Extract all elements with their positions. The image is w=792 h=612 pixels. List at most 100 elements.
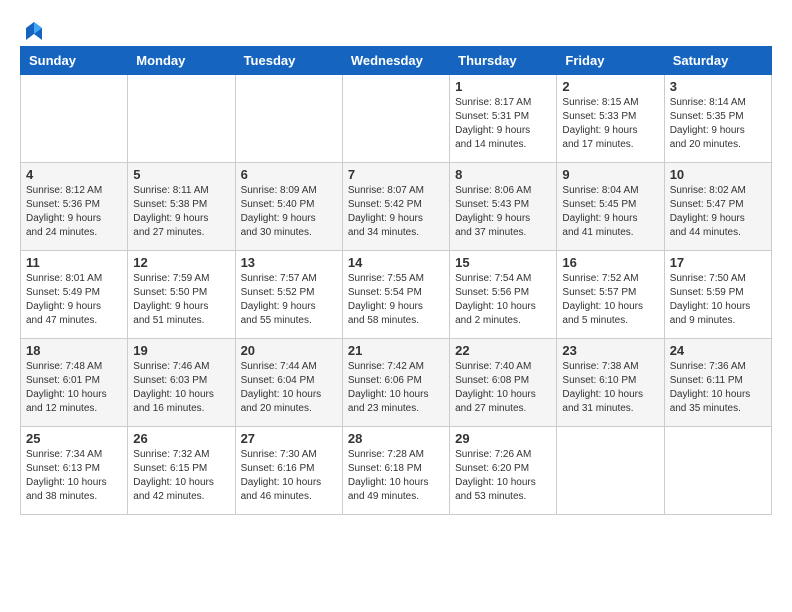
day-number: 10 — [670, 167, 766, 182]
calendar-week-3: 18 Sunrise: 7:48 AM Sunset: 6:01 PM Dayli… — [21, 339, 772, 427]
calendar-cell: 8 Sunrise: 8:06 AM Sunset: 5:43 PM Daylig… — [450, 163, 557, 251]
day-number: 24 — [670, 343, 766, 358]
logo-icon — [22, 20, 46, 44]
day-info: Sunrise: 7:32 AM Sunset: 6:15 PM Dayligh… — [133, 448, 229, 504]
calendar-cell: 22Sunrise: 7:40 AM Sunset: 6:08 PM Dayli… — [450, 339, 557, 427]
calendar-cell: 11 Sunrise: 8:01 AM Sunset: 5:49 PM Dayli… — [21, 251, 128, 339]
calendar-cell: 20 Sunrise: 7:44 AM Sunset: 6:04 PM Dayli… — [235, 339, 342, 427]
day-info: Sunrise: 8:17 AM Sunset: 5:31 PM Dayligh… — [455, 96, 551, 152]
day-number: 18 — [26, 343, 122, 358]
calendar-week-2: 11 Sunrise: 8:01 AM Sunset: 5:49 PM Dayli… — [21, 251, 772, 339]
day-info: Sunrise: 8:04 AM Sunset: 5:45 PM Dayligh… — [562, 184, 658, 240]
day-info: Sunrise: 8:02 AM Sunset: 5:47 PM Dayligh… — [670, 184, 766, 240]
day-info: Sunrise: 7:46 AM Sunset: 6:03 PM Dayligh… — [133, 360, 229, 416]
day-info: Sunrise: 8:09 AM Sunset: 5:40 PM Dayligh… — [241, 184, 337, 240]
day-info: Sunrise: 7:54 AM Sunset: 5:56 PM Dayligh… — [455, 272, 551, 328]
day-number: 7 — [348, 167, 444, 182]
day-number: 28 — [348, 431, 444, 446]
calendar-cell — [664, 427, 771, 515]
day-number: 3 — [670, 79, 766, 94]
day-info: Sunrise: 8:14 AM Sunset: 5:35 PM Dayligh… — [670, 96, 766, 152]
calendar-cell: 18 Sunrise: 7:48 AM Sunset: 6:01 PM Dayli… — [21, 339, 128, 427]
calendar-cell: 10 Sunrise: 8:02 AM Sunset: 5:47 PM Dayli… — [664, 163, 771, 251]
calendar-cell: 16 Sunrise: 7:52 AM Sunset: 5:57 PM Dayli… — [557, 251, 664, 339]
day-number: 22 — [455, 343, 551, 358]
calendar-cell: 1 Sunrise: 8:17 AM Sunset: 5:31 PM Daylig… — [450, 75, 557, 163]
day-info: Sunrise: 8:15 AM Sunset: 5:33 PM Dayligh… — [562, 96, 658, 152]
calendar-cell — [235, 75, 342, 163]
calendar-cell: 23 Sunrise: 7:38 AM Sunset: 6:10 PM Dayli… — [557, 339, 664, 427]
calendar-cell: 13Sunrise: 7:57 AM Sunset: 5:52 PM Dayli… — [235, 251, 342, 339]
day-info: Sunrise: 7:30 AM Sunset: 6:16 PM Dayligh… — [241, 448, 337, 504]
calendar-cell: 28Sunrise: 7:28 AM Sunset: 6:18 PM Dayli… — [342, 427, 449, 515]
calendar-cell: 5Sunrise: 8:11 AM Sunset: 5:38 PM Daylig… — [128, 163, 235, 251]
calendar-table: SundayMondayTuesdayWednesdayThursdayFrid… — [20, 46, 772, 515]
calendar-cell — [557, 427, 664, 515]
day-number: 16 — [562, 255, 658, 270]
calendar-cell: 27 Sunrise: 7:30 AM Sunset: 6:16 PM Dayli… — [235, 427, 342, 515]
day-number: 20 — [241, 343, 337, 358]
page-header — [20, 20, 772, 36]
calendar-cell — [128, 75, 235, 163]
day-number: 5 — [133, 167, 229, 182]
calendar-cell: 19 Sunrise: 7:46 AM Sunset: 6:03 PM Dayli… — [128, 339, 235, 427]
day-number: 19 — [133, 343, 229, 358]
calendar-cell: 25 Sunrise: 7:34 AM Sunset: 6:13 PM Dayli… — [21, 427, 128, 515]
calendar-cell: 17 Sunrise: 7:50 AM Sunset: 5:59 PM Dayli… — [664, 251, 771, 339]
day-number: 29 — [455, 431, 551, 446]
calendar-week-1: 4 Sunrise: 8:12 AM Sunset: 5:36 PM Daylig… — [21, 163, 772, 251]
day-number: 8 — [455, 167, 551, 182]
day-info: Sunrise: 7:50 AM Sunset: 5:59 PM Dayligh… — [670, 272, 766, 328]
calendar-cell: 14 Sunrise: 7:55 AM Sunset: 5:54 PM Dayli… — [342, 251, 449, 339]
calendar-cell: 3 Sunrise: 8:14 AM Sunset: 5:35 PM Daylig… — [664, 75, 771, 163]
calendar-cell: 2 Sunrise: 8:15 AM Sunset: 5:33 PM Daylig… — [557, 75, 664, 163]
day-info: Sunrise: 7:44 AM Sunset: 6:04 PM Dayligh… — [241, 360, 337, 416]
day-info: Sunrise: 7:38 AM Sunset: 6:10 PM Dayligh… — [562, 360, 658, 416]
header-thursday: Thursday — [450, 47, 557, 75]
day-number: 13 — [241, 255, 337, 270]
calendar-cell: 24 Sunrise: 7:36 AM Sunset: 6:11 PM Dayli… — [664, 339, 771, 427]
calendar-cell: 29 Sunrise: 7:26 AM Sunset: 6:20 PM Dayli… — [450, 427, 557, 515]
day-number: 14 — [348, 255, 444, 270]
calendar-cell: 26 Sunrise: 7:32 AM Sunset: 6:15 PM Dayli… — [128, 427, 235, 515]
day-number: 6 — [241, 167, 337, 182]
logo — [20, 20, 46, 36]
calendar-cell: 12Sunrise: 7:59 AM Sunset: 5:50 PM Dayli… — [128, 251, 235, 339]
calendar-week-0: 1 Sunrise: 8:17 AM Sunset: 5:31 PM Daylig… — [21, 75, 772, 163]
day-info: Sunrise: 8:06 AM Sunset: 5:43 PM Dayligh… — [455, 184, 551, 240]
calendar-cell: 9 Sunrise: 8:04 AM Sunset: 5:45 PM Daylig… — [557, 163, 664, 251]
calendar-cell — [342, 75, 449, 163]
day-info: Sunrise: 7:36 AM Sunset: 6:11 PM Dayligh… — [670, 360, 766, 416]
day-info: Sunrise: 8:01 AM Sunset: 5:49 PM Dayligh… — [26, 272, 122, 328]
calendar-cell: 15Sunrise: 7:54 AM Sunset: 5:56 PM Dayli… — [450, 251, 557, 339]
calendar-cell: 21 Sunrise: 7:42 AM Sunset: 6:06 PM Dayli… — [342, 339, 449, 427]
day-number: 23 — [562, 343, 658, 358]
calendar-cell: 4 Sunrise: 8:12 AM Sunset: 5:36 PM Daylig… — [21, 163, 128, 251]
day-number: 26 — [133, 431, 229, 446]
day-number: 2 — [562, 79, 658, 94]
day-number: 17 — [670, 255, 766, 270]
day-number: 11 — [26, 255, 122, 270]
day-info: Sunrise: 7:34 AM Sunset: 6:13 PM Dayligh… — [26, 448, 122, 504]
header-saturday: Saturday — [664, 47, 771, 75]
day-info: Sunrise: 7:52 AM Sunset: 5:57 PM Dayligh… — [562, 272, 658, 328]
header-friday: Friday — [557, 47, 664, 75]
day-info: Sunrise: 7:55 AM Sunset: 5:54 PM Dayligh… — [348, 272, 444, 328]
day-info: Sunrise: 7:26 AM Sunset: 6:20 PM Dayligh… — [455, 448, 551, 504]
header-wednesday: Wednesday — [342, 47, 449, 75]
day-info: Sunrise: 8:07 AM Sunset: 5:42 PM Dayligh… — [348, 184, 444, 240]
day-number: 21 — [348, 343, 444, 358]
header-tuesday: Tuesday — [235, 47, 342, 75]
calendar-cell — [21, 75, 128, 163]
day-number: 9 — [562, 167, 658, 182]
header-monday: Monday — [128, 47, 235, 75]
day-info: Sunrise: 7:42 AM Sunset: 6:06 PM Dayligh… — [348, 360, 444, 416]
day-number: 1 — [455, 79, 551, 94]
day-info: Sunrise: 7:48 AM Sunset: 6:01 PM Dayligh… — [26, 360, 122, 416]
day-number: 25 — [26, 431, 122, 446]
day-info: Sunrise: 8:12 AM Sunset: 5:36 PM Dayligh… — [26, 184, 122, 240]
day-number: 4 — [26, 167, 122, 182]
calendar-cell: 6 Sunrise: 8:09 AM Sunset: 5:40 PM Daylig… — [235, 163, 342, 251]
day-info: Sunrise: 7:59 AM Sunset: 5:50 PM Dayligh… — [133, 272, 229, 328]
day-number: 27 — [241, 431, 337, 446]
